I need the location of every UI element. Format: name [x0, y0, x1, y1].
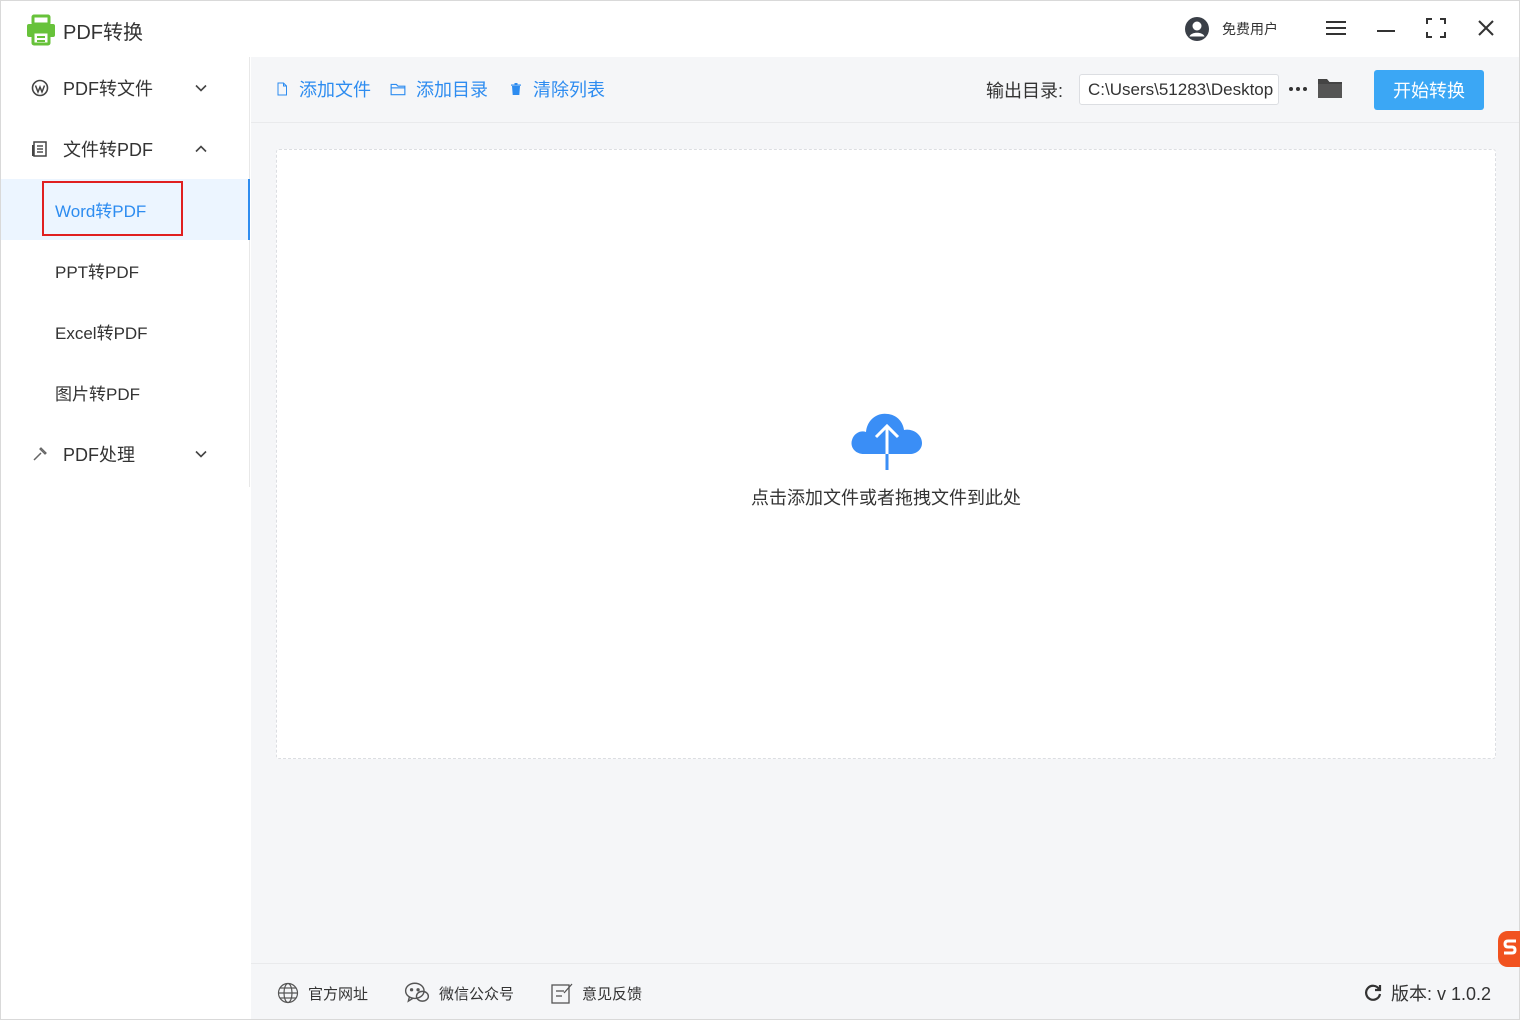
sidebar-item-word-to-pdf[interactable]: Word转PDF [1, 179, 250, 240]
close-icon [1478, 20, 1494, 36]
user-label: 免费用户 [1222, 21, 1278, 37]
sidebar-item-label: PPT转PDF [55, 263, 140, 282]
chevron-down-icon [195, 84, 207, 92]
open-folder-icon[interactable] [1317, 76, 1343, 100]
wechat-icon [404, 982, 430, 1003]
output-dir-input[interactable]: C:\Users\51283\Desktop [1079, 74, 1279, 105]
nav-group-label: PDF处理 [63, 444, 135, 465]
clear-list-label: 清除列表 [533, 80, 605, 100]
wrench-icon [33, 447, 47, 461]
output-dir-label: 输出目录: [986, 81, 1064, 101]
folder-outline-icon [390, 83, 406, 96]
edit-note-icon [551, 983, 573, 1004]
hamburger-icon [1326, 21, 1346, 35]
app-window: PDF转换 免费用户 PDF转文件 文件转PDF Word转PDF PPT转PD… [0, 0, 1520, 1020]
wordpress-icon [31, 79, 49, 97]
trash-icon [511, 83, 521, 95]
sidebar-item-label: Excel转PDF [55, 324, 148, 343]
nav-group-label: PDF转文件 [63, 78, 153, 99]
user-avatar-icon [1185, 17, 1209, 41]
file-dropzone[interactable]: 点击添加文件或者拖拽文件到此处 [276, 149, 1496, 759]
add-file-label: 添加文件 [299, 80, 371, 100]
close-button[interactable] [1473, 15, 1499, 41]
minimize-icon [1377, 30, 1395, 32]
refresh-icon[interactable] [1363, 983, 1383, 1003]
globe-icon [277, 982, 299, 1004]
wechat-account-link[interactable]: 微信公众号 [403, 980, 514, 1006]
cloud-upload-icon [851, 413, 922, 470]
sidebar-item-label: 图片转PDF [55, 385, 140, 404]
minimize-button[interactable] [1373, 15, 1399, 41]
chevron-down-icon [195, 450, 207, 458]
file-icon [277, 82, 287, 96]
sidebar-item-ppt-to-pdf[interactable]: PPT转PDF [1, 240, 249, 301]
floating-widget-icon[interactable] [1498, 931, 1520, 967]
add-file-button[interactable]: 添加文件 [275, 77, 371, 101]
add-folder-label: 添加目录 [416, 80, 488, 100]
official-website-link[interactable]: 官方网址 [276, 980, 368, 1006]
browse-more-button[interactable] [1287, 79, 1309, 99]
nav-group-pdf-to-file[interactable]: PDF转文件 [1, 57, 249, 118]
nav-group-file-to-pdf[interactable]: 文件转PDF [1, 118, 249, 179]
wechat-account-label: 微信公众号 [439, 985, 515, 1003]
document-icon [32, 141, 47, 157]
main-panel: 添加文件 添加目录 清除列表 输出目录: C:\Users\51283\Desk… [251, 57, 1519, 1019]
menu-button[interactable] [1323, 15, 1349, 41]
start-convert-button[interactable]: 开始转换 [1374, 70, 1484, 110]
official-website-label: 官方网址 [308, 985, 369, 1003]
sidebar: PDF转文件 文件转PDF Word转PDF PPT转PDF Excel转PDF [1, 57, 250, 487]
fullscreen-icon [1426, 18, 1446, 38]
clear-list-button[interactable]: 清除列表 [509, 77, 605, 101]
user-account[interactable]: 免费用户 [1184, 15, 1278, 43]
toolbar: 添加文件 添加目录 清除列表 输出目录: C:\Users\51283\Desk… [251, 57, 1519, 123]
nav-group-label: 文件转PDF [63, 139, 153, 160]
nav-group-pdf-process[interactable]: PDF处理 [1, 423, 249, 484]
version-info: 版本: v 1.0.2 [1363, 980, 1491, 1006]
chevron-up-icon [195, 145, 207, 153]
title-bar: PDF转换 免费用户 [1, 1, 1519, 57]
dropzone-hint: 点击添加文件或者拖拽文件到此处 [751, 488, 1021, 508]
sidebar-item-image-to-pdf[interactable]: 图片转PDF [1, 362, 249, 423]
ellipsis-icon [1289, 87, 1307, 91]
feedback-label: 意见反馈 [582, 985, 643, 1003]
sidebar-item-label: Word转PDF [55, 202, 147, 221]
add-folder-button[interactable]: 添加目录 [390, 77, 488, 101]
feedback-link[interactable]: 意见反馈 [550, 980, 642, 1006]
app-title: PDF转换 [63, 22, 143, 44]
version-label: 版本: v 1.0.2 [1391, 984, 1492, 1004]
sidebar-item-excel-to-pdf[interactable]: Excel转PDF [1, 301, 249, 362]
footer: 官方网址 微信公众号 意见反馈 版本: v 1.0.2 [251, 963, 1519, 1019]
maximize-button[interactable] [1423, 15, 1449, 41]
printer-logo-icon [27, 14, 55, 46]
